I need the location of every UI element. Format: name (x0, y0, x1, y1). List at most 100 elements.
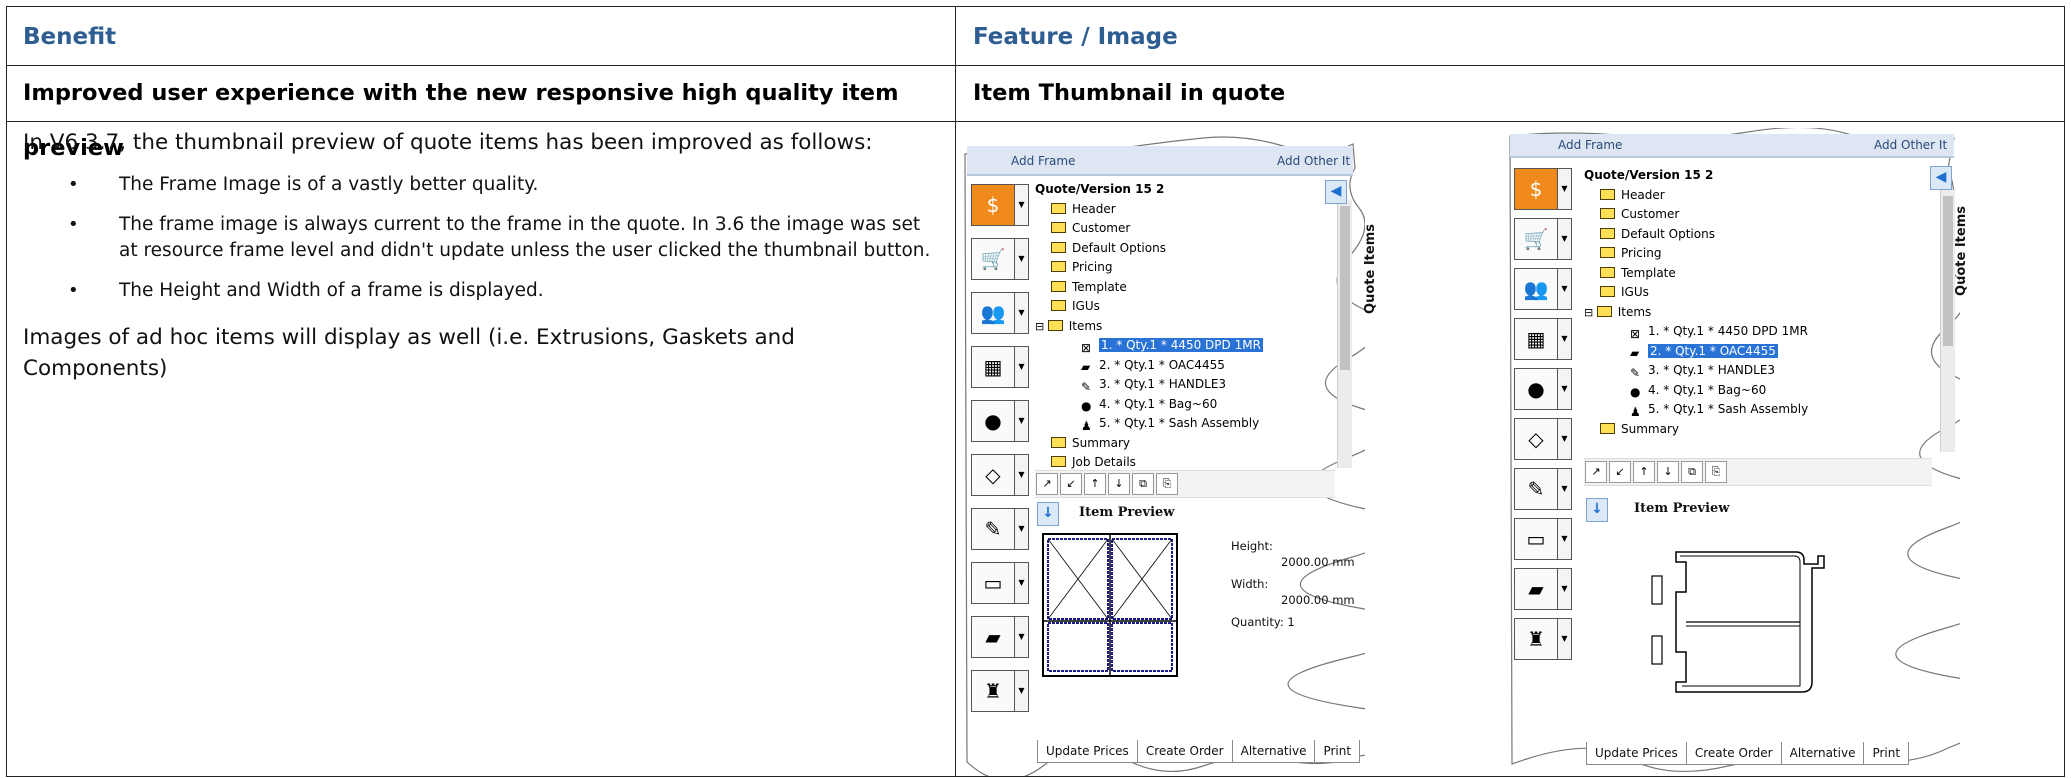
users-tool-button[interactable]: 👥 (971, 292, 1015, 334)
copy-icon[interactable]: ⧉ (1681, 461, 1703, 483)
chevron-down-icon[interactable]: ▼ (1558, 618, 1572, 660)
move-up-icon[interactable]: ↑ (1084, 473, 1106, 495)
chevron-down-icon[interactable]: ▼ (1558, 418, 1572, 460)
tree-folder-items[interactable]: ⊟ Items (1584, 303, 1808, 323)
paste-icon[interactable]: ⎘ (1156, 473, 1178, 495)
list-item[interactable]: ✎ 3. * Qty.1 * HANDLE3 (1584, 361, 1808, 381)
glass-tool-button[interactable]: ▰ (971, 616, 1015, 658)
tree-folder-items[interactable]: ⊟ Items (1035, 317, 1263, 337)
tab-alternative[interactable]: Alternative (1231, 740, 1316, 763)
move-down-left-icon[interactable]: ↙ (1060, 473, 1082, 495)
list-item[interactable]: ♟ 5. * Qty.1 * Sash Assembly (1035, 414, 1263, 434)
chevron-down-icon[interactable]: ▼ (1558, 468, 1572, 510)
panel-tool-button[interactable]: ▭ (971, 562, 1015, 604)
tree-folder-template[interactable]: Template (1584, 264, 1808, 284)
tab-add-frame[interactable]: Add Frame (1011, 154, 1075, 168)
list-item[interactable]: ▰ 2. * Qty.1 * OAC4455 (1584, 342, 1808, 362)
chevron-down-icon[interactable]: ▼ (1015, 616, 1029, 658)
tree-folder-customer[interactable]: Customer (1584, 205, 1808, 225)
copy-icon[interactable]: ⧉ (1132, 473, 1154, 495)
expand-toggle-icon[interactable]: ⊟ (1035, 320, 1048, 333)
chevron-down-icon[interactable]: ▼ (1015, 400, 1029, 442)
gasket-tool-button[interactable]: ♜ (1514, 618, 1558, 660)
tab-add-other[interactable]: Add Other It (1277, 154, 1350, 168)
move-up-left-icon[interactable]: ↗ (1036, 473, 1058, 495)
screw-tool-button[interactable]: ✎ (971, 508, 1015, 550)
cart-tool-button[interactable]: 🛒 (971, 238, 1015, 280)
move-down-icon[interactable]: ↓ (1108, 473, 1130, 495)
scroll-thumb[interactable] (1943, 196, 1953, 346)
tree-folder-customer[interactable]: Customer (1035, 219, 1263, 239)
pricing-tool-button[interactable]: $ (971, 184, 1015, 226)
tab-create-order[interactable]: Create Order (1136, 740, 1233, 763)
chevron-down-icon[interactable]: ▼ (1558, 268, 1572, 310)
cart-tool-button[interactable]: 🛒 (1514, 218, 1558, 260)
chevron-down-icon[interactable]: ▼ (1558, 218, 1572, 260)
tree-folder-template[interactable]: Template (1035, 278, 1263, 298)
scroll-thumb[interactable] (1340, 206, 1350, 370)
tab-create-order[interactable]: Create Order (1685, 742, 1782, 765)
list-item[interactable]: ✎ 3. * Qty.1 * HANDLE3 (1035, 375, 1263, 395)
move-down-icon[interactable]: ↓ (1657, 461, 1679, 483)
pricing-tool-button[interactable]: $ (1514, 168, 1558, 210)
chevron-down-icon[interactable]: ▼ (1015, 508, 1029, 550)
tree-scrollbar[interactable] (1940, 190, 1955, 452)
tree-folder-igus[interactable]: IGUs (1584, 283, 1808, 303)
tree-folder-igus[interactable]: IGUs (1035, 297, 1263, 317)
users-tool-button[interactable]: 👥 (1514, 268, 1558, 310)
collapse-arrow-icon[interactable]: ◀ (1930, 166, 1952, 190)
chevron-down-icon[interactable]: ▼ (1015, 184, 1029, 226)
tree-folder-default-options[interactable]: Default Options (1035, 239, 1263, 259)
chevron-down-icon[interactable]: ▼ (1015, 562, 1029, 604)
screw-tool-button[interactable]: ✎ (1514, 468, 1558, 510)
tree-root[interactable]: Quote/Version 15 2 (1584, 166, 1808, 186)
paste-icon[interactable]: ⎘ (1705, 461, 1727, 483)
tab-update-prices[interactable]: Update Prices (1037, 740, 1138, 763)
vertical-tab-quote-items[interactable]: Quote Items (1954, 206, 1969, 296)
list-item[interactable]: ● 4. * Qty.1 * Bag~60 (1035, 395, 1263, 415)
extrusion-tool-button[interactable]: ◇ (971, 454, 1015, 496)
tree-folder-pricing[interactable]: Pricing (1584, 244, 1808, 264)
tree-scrollbar[interactable] (1337, 200, 1352, 468)
tree-folder-default-options[interactable]: Default Options (1584, 225, 1808, 245)
chevron-down-icon[interactable]: ▼ (1558, 168, 1572, 210)
list-item[interactable]: ⊠ 1. * Qty.1 * 4450 DPD 1MR (1584, 322, 1808, 342)
vertical-tab-quote-items[interactable]: Quote Items (1363, 224, 1378, 314)
move-down-left-icon[interactable]: ↙ (1609, 461, 1631, 483)
chevron-down-icon[interactable]: ▼ (1558, 518, 1572, 560)
extrusion-tool-button[interactable]: ◇ (1514, 418, 1558, 460)
tree-folder-header[interactable]: Header (1035, 200, 1263, 220)
gasket-tool-button[interactable]: ♜ (971, 670, 1015, 712)
panel-tool-button[interactable]: ▭ (1514, 518, 1558, 560)
tab-alternative[interactable]: Alternative (1780, 742, 1865, 765)
tree-folder-summary[interactable]: Summary (1584, 420, 1808, 440)
chevron-down-icon[interactable]: ▼ (1015, 238, 1029, 280)
frame-tool-button[interactable]: ▦ (1514, 318, 1558, 360)
tree-folder-pricing[interactable]: Pricing (1035, 258, 1263, 278)
bag-tool-button[interactable]: ● (971, 400, 1015, 442)
list-item[interactable]: ▰ 2. * Qty.1 * OAC4455 (1035, 356, 1263, 376)
tree-root[interactable]: Quote/Version 15 2 (1035, 180, 1263, 200)
chevron-down-icon[interactable]: ▼ (1558, 368, 1572, 410)
tab-add-frame[interactable]: Add Frame (1558, 138, 1622, 152)
tree-folder-header[interactable]: Header (1584, 186, 1808, 206)
frame-tool-button[interactable]: ▦ (971, 346, 1015, 388)
chevron-down-icon[interactable]: ▼ (1015, 346, 1029, 388)
chevron-down-icon[interactable]: ▼ (1015, 670, 1029, 712)
bag-tool-button[interactable]: ● (1514, 368, 1558, 410)
list-item[interactable]: ♟ 5. * Qty.1 * Sash Assembly (1584, 400, 1808, 420)
list-item[interactable]: ● 4. * Qty.1 * Bag~60 (1584, 381, 1808, 401)
chevron-down-icon[interactable]: ▼ (1558, 568, 1572, 610)
expand-toggle-icon[interactable]: ⊟ (1584, 306, 1597, 319)
tab-update-prices[interactable]: Update Prices (1586, 742, 1687, 765)
tab-add-other[interactable]: Add Other It (1874, 138, 1947, 152)
tab-print[interactable]: Print (1314, 740, 1361, 763)
collapse-arrow-icon[interactable]: ◀ (1325, 180, 1347, 204)
chevron-down-icon[interactable]: ▼ (1015, 454, 1029, 496)
glass-tool-button[interactable]: ▰ (1514, 568, 1558, 610)
move-up-icon[interactable]: ↑ (1633, 461, 1655, 483)
chevron-down-icon[interactable]: ▼ (1015, 292, 1029, 334)
tree-folder-summary[interactable]: Summary (1035, 434, 1263, 454)
expand-preview-icon[interactable]: ↓ (1037, 502, 1059, 526)
tab-print[interactable]: Print (1863, 742, 1910, 765)
